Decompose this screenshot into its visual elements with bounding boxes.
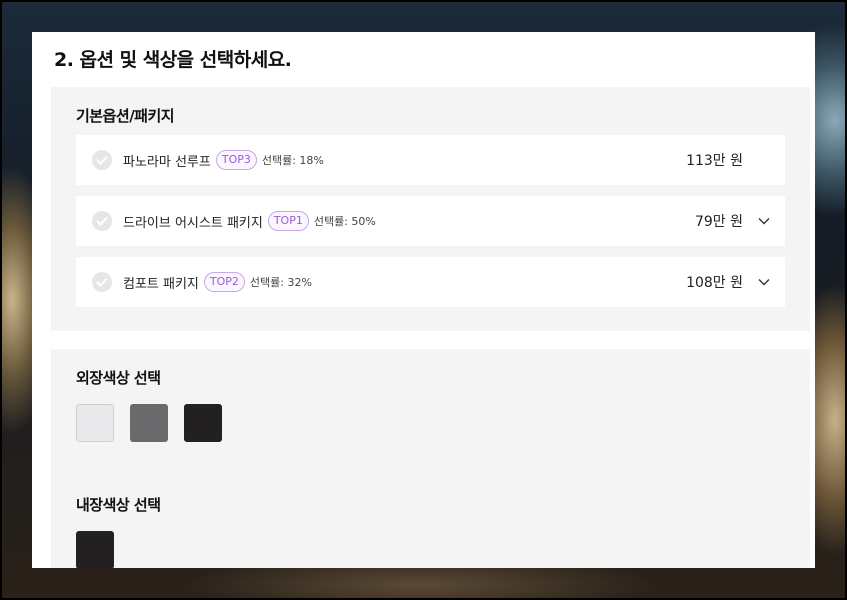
- rank-badge: TOP2: [203, 272, 245, 292]
- option-name: 파노라마 선루프: [123, 154, 211, 170]
- selection-rate: 선택률: 32%: [249, 276, 312, 289]
- exterior-color-title: 외장색상 선택: [76, 369, 161, 387]
- interior-swatch-black[interactable]: [76, 531, 114, 568]
- exterior-swatch-gray[interactable]: [130, 404, 168, 442]
- check-icon[interactable]: [92, 272, 112, 292]
- options-panel: 2. 옵션 및 색상을 선택하세요. 기본옵션/패키지 파노라마 선루프 TOP…: [32, 32, 815, 568]
- option-price: 79만 원: [694, 214, 743, 230]
- exterior-swatch-white[interactable]: [76, 404, 114, 442]
- basic-options-title: 기본옵션/패키지: [76, 107, 175, 125]
- option-price: 113만 원: [686, 153, 743, 169]
- interior-color-title: 내장색상 선택: [76, 496, 161, 514]
- check-icon[interactable]: [92, 150, 112, 170]
- color-selection-box: 외장색상 선택 내장색상 선택: [51, 349, 810, 568]
- exterior-swatch-black[interactable]: [184, 404, 222, 442]
- rank-badge: TOP1: [267, 211, 309, 231]
- option-name: 컴포트 패키지: [123, 276, 199, 292]
- option-name: 드라이브 어시스트 패키지: [123, 215, 263, 231]
- selection-rate: 선택률: 18%: [261, 154, 324, 167]
- option-row-drive-assist-package[interactable]: 드라이브 어시스트 패키지 TOP1 선택률: 50% 79만 원: [76, 196, 785, 246]
- basic-options-box: 기본옵션/패키지 파노라마 선루프 TOP3 선택률: 18% 113만 원 드…: [51, 87, 810, 331]
- section-title: 2. 옵션 및 색상을 선택하세요.: [54, 49, 292, 71]
- chevron-down-icon[interactable]: [757, 275, 771, 289]
- option-row-comfort-package[interactable]: 컴포트 패키지 TOP2 선택률: 32% 108만 원: [76, 257, 785, 307]
- option-row-panorama-sunroof[interactable]: 파노라마 선루프 TOP3 선택률: 18% 113만 원: [76, 135, 785, 185]
- selection-rate: 선택률: 50%: [313, 215, 376, 228]
- chevron-down-icon[interactable]: [757, 214, 771, 228]
- rank-badge: TOP3: [215, 150, 257, 170]
- option-price: 108만 원: [686, 275, 743, 291]
- check-icon[interactable]: [92, 211, 112, 231]
